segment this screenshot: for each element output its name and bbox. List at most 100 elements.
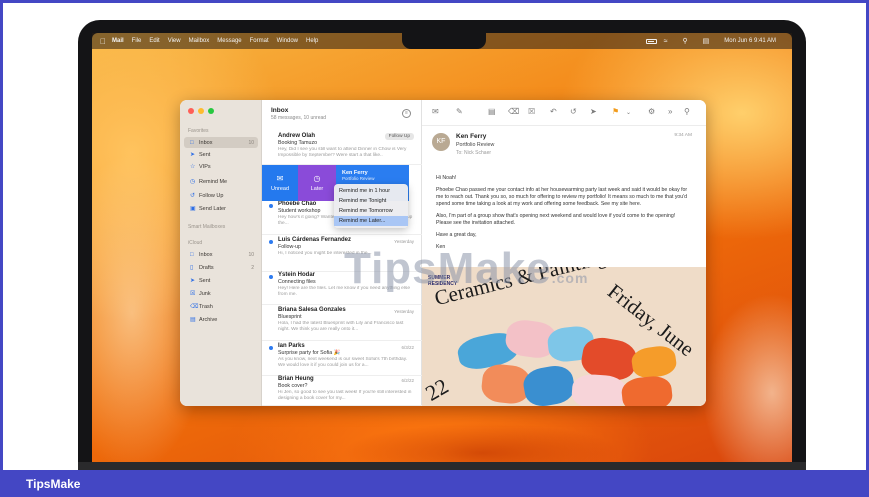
unread-dot-icon — [269, 275, 273, 279]
trash-icon: ⌫ — [190, 304, 199, 310]
remind-later-button[interactable]: ◷ Later — [298, 165, 336, 201]
archive-icon: ▤ — [190, 317, 196, 323]
sidebar-item-label: Trash — [199, 303, 213, 310]
menu-mailbox[interactable]: Mailbox — [189, 38, 210, 44]
poster-year: 22 — [422, 373, 453, 406]
menu-help[interactable]: Help — [306, 38, 318, 44]
unread-count: 2 — [251, 264, 254, 271]
laptop-base — [78, 462, 806, 470]
clay-letter-blob — [521, 362, 577, 406]
sidebar-item-inbox[interactable]: □ Inbox 10 — [184, 137, 258, 148]
email-paragraph: Have a great day, — [436, 232, 477, 238]
clock-icon: ◷ — [313, 174, 321, 183]
inbox-icon: □ — [190, 139, 194, 146]
mark-unread-button[interactable]: ✉ Unread — [262, 165, 298, 201]
sidebar-item-drafts[interactable]: ▯ Drafts 2 — [184, 262, 258, 273]
menu-edit[interactable]: Edit — [149, 38, 159, 44]
more-icon[interactable]: » — [668, 107, 672, 116]
sidebar-item-label: Sent — [199, 151, 211, 158]
menu-item-remind-tomorrow[interactable]: Remind me Tomorrow — [334, 206, 408, 216]
unread-count: 10 — [248, 251, 254, 258]
menu-item-remind-tonight[interactable]: Remind me Tonight — [334, 196, 408, 206]
email-sender: Ken Ferry — [456, 133, 487, 140]
unread-dot-icon — [269, 346, 273, 350]
inbox-icon: □ — [190, 251, 194, 258]
menu-format[interactable]: Format — [250, 38, 269, 44]
control-center-icon[interactable]: ▤ — [703, 37, 710, 45]
apple-icon[interactable]:  — [100, 37, 106, 46]
sidebar-item-trash[interactable]: ⌫ Trash — [184, 301, 258, 312]
menu-item-remind-later[interactable]: Remind me Later... — [334, 216, 408, 226]
forward-icon[interactable]: ➤ — [590, 107, 597, 116]
message-preview: As you know, next weekend is our sweet S… — [278, 357, 408, 368]
message-subject: Booking Tamuzo — [278, 140, 318, 146]
sidebar-item-vips[interactable]: ☆ VIPs — [184, 161, 258, 172]
followup-icon: ↺ — [190, 193, 196, 199]
menu-app-name[interactable]: Mail — [112, 38, 124, 44]
envelope-icon[interactable]: ✉ — [432, 107, 439, 116]
menu-item-remind-1-hour[interactable]: Remind me in 1 hour — [334, 186, 408, 196]
mailbox-subtitle: 58 messages, 10 unread — [271, 115, 327, 121]
zoom-button[interactable] — [208, 108, 214, 114]
junk-icon[interactable]: ☒ — [528, 107, 535, 116]
wallpaper-swirl — [342, 423, 622, 465]
search-icon[interactable]: ⚲ — [683, 37, 688, 45]
menu-file[interactable]: File — [132, 38, 142, 44]
notification-icon[interactable]: ⚙ — [648, 107, 655, 116]
sidebar-item-icloud-inbox[interactable]: □ Inbox 10 — [184, 249, 258, 260]
star-icon: ☆ — [190, 164, 196, 170]
avatar: KF — [432, 133, 450, 151]
menu-view[interactable]: View — [168, 38, 181, 44]
filter-icon[interactable]: ≡ — [402, 109, 411, 118]
email-paragraph: Phoebe Chao passed me your contact info … — [436, 187, 688, 207]
wifi-icon[interactable]: ≈ — [664, 38, 668, 45]
sidebar-item-remind-me[interactable]: ◷ Remind Me — [184, 176, 258, 187]
message-preview: Hey, Did I see you still want to attend … — [278, 147, 407, 158]
list-item[interactable]: Andrew Olah Booking Tamuzo Hey, Did I se… — [262, 133, 422, 165]
sidebar-item-send-later[interactable]: ▣ Send Later — [184, 203, 258, 214]
sidebar-item-sent[interactable]: ➤ Sent — [184, 149, 258, 160]
remind-me-menu: Remind me in 1 hour Remind me Tonight Re… — [334, 184, 408, 228]
sidebar-item-junk[interactable]: ☒ Junk — [184, 288, 258, 299]
menu-window[interactable]: Window — [277, 38, 298, 44]
message-subject: Bluesprint — [278, 314, 302, 320]
trash-icon[interactable]: ⌫ — [508, 107, 519, 116]
email-recipient: To: Nick Schaer — [456, 150, 492, 156]
chevron-down-icon[interactable]: ⌄ — [626, 109, 631, 116]
sidebar-item-label: Junk — [199, 290, 211, 297]
window-controls — [188, 108, 214, 114]
sidebar-item-icloud-sent[interactable]: ➤ Sent — [184, 275, 258, 286]
sidebar-section-favorites: Favorites — [188, 128, 209, 134]
mailbox-title: Inbox — [271, 107, 289, 114]
follow-up-badge: Follow Up — [384, 133, 414, 140]
flag-icon[interactable]: ⚑ — [612, 107, 619, 116]
watermark-text: TipsMake — [344, 244, 552, 293]
menu-message[interactable]: Message — [217, 38, 241, 44]
minimize-button[interactable] — [198, 108, 204, 114]
sendlater-icon: ▣ — [190, 206, 196, 212]
list-item[interactable]: Ian Parks Surprise party for Sofia 🎉 As … — [262, 343, 422, 376]
list-item[interactable]: Briana Salesa Gonzales Bluesprint Hola, … — [262, 307, 422, 341]
reply-all-icon[interactable]: ↺ — [570, 107, 577, 116]
compose-icon[interactable]: ✎ — [456, 107, 463, 116]
close-button[interactable] — [188, 108, 194, 114]
sidebar-item-archive[interactable]: ▤ Archive — [184, 314, 258, 325]
clay-letter-blob — [630, 344, 678, 380]
archive-icon[interactable]: ▤ — [488, 107, 496, 116]
sidebar-item-label: Inbox — [199, 251, 213, 258]
footer-bar: TipsMake — [0, 470, 869, 497]
camera-notch — [402, 33, 486, 49]
paperplane-icon: ➤ — [190, 278, 196, 284]
sidebar-item-follow-up[interactable]: ↺ Follow Up — [184, 190, 258, 201]
list-item[interactable]: Brian Heung Book cover? Hi Jen, so good … — [262, 376, 422, 406]
envelope-icon: ✉ — [276, 174, 284, 183]
reply-icon[interactable]: ↶ — [550, 107, 557, 116]
message-preview: Hola, I had the latest Bluesprint with L… — [278, 321, 404, 332]
search-icon[interactable]: ⚲ — [684, 107, 690, 116]
menu-clock[interactable]: Mon Jun 6 9:41 AM — [724, 38, 776, 44]
unread-dot-icon — [269, 204, 273, 208]
watermark-suffix: .com — [551, 270, 589, 286]
message-subject: Portfolio Review — [342, 176, 375, 181]
battery-icon[interactable] — [645, 38, 657, 44]
message-date: 6/3/22 — [401, 345, 414, 350]
